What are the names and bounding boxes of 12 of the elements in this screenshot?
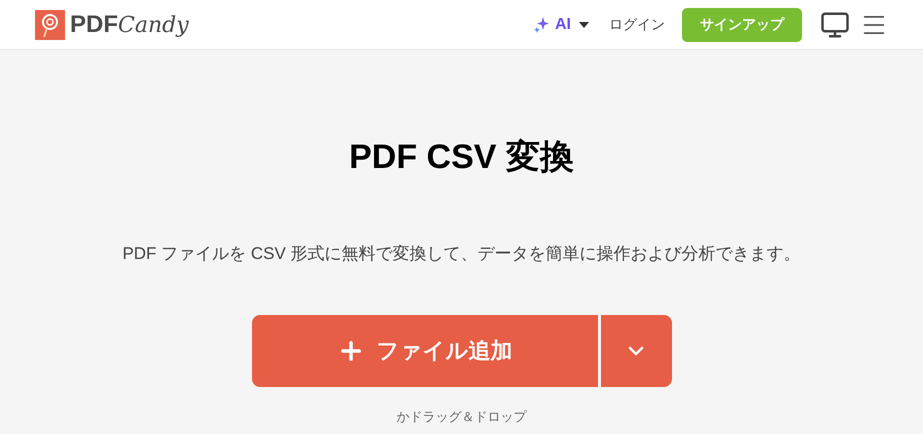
drop-hint-text: かドラッグ＆ドロップ	[396, 408, 526, 426]
page-title: PDF CSV 変換	[349, 137, 574, 178]
caret-icon	[579, 22, 589, 28]
sparkle-icon	[533, 16, 551, 34]
ai-menu[interactable]: AI	[533, 12, 589, 36]
lollipop-logo-icon	[35, 10, 65, 40]
desktop-app-icon[interactable]	[820, 10, 850, 40]
dropdown-button[interactable]	[600, 314, 672, 386]
add-file-button[interactable]: ファイル追加	[252, 314, 598, 386]
login-link[interactable]: ログイン	[609, 14, 665, 35]
logo-text[interactable]: PDFCandy	[70, 6, 189, 42]
description-text: PDF ファイルを CSV 形式に無料で変換して、データを簡単に操作および分析できます。	[122, 243, 801, 265]
